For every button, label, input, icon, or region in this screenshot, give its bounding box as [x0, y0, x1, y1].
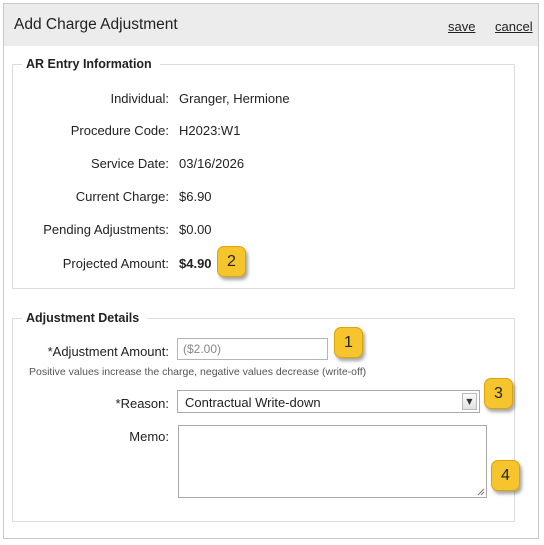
callout-badge-2: 2	[217, 246, 246, 277]
save-link[interactable]: save	[448, 19, 475, 34]
service-date-value: 03/16/2026	[179, 156, 245, 171]
memo-textarea[interactable]	[178, 425, 487, 498]
procedure-code-label: Procedure Code:	[70, 123, 169, 138]
projected-amount-label: Projected Amount:	[62, 256, 169, 271]
adjustment-amount-input[interactable]: ($2.00)	[177, 338, 328, 360]
individual-value: Granger, Hermione	[179, 91, 290, 106]
chevron-down-icon[interactable]: ▼	[462, 393, 477, 410]
dialog-titlebar: Add Charge Adjustment save cancel	[4, 4, 538, 46]
cancel-link[interactable]: cancel	[495, 19, 533, 34]
dialog-title: Add Charge Adjustment	[14, 16, 178, 33]
callout-badge-3: 3	[484, 378, 513, 409]
current-charge-label: Current Charge:	[75, 189, 169, 204]
resize-grip-icon[interactable]	[476, 487, 485, 496]
adjustment-details-legend: Adjustment Details	[26, 311, 140, 325]
reason-label: *Reason:	[115, 396, 169, 411]
memo-label: Memo:	[129, 429, 169, 444]
service-date-label: Service Date:	[90, 156, 169, 171]
adjustment-amount-hint: Positive values increase the charge, neg…	[29, 366, 367, 378]
callout-badge-1: 1	[334, 327, 363, 358]
projected-amount-value: $4.90	[179, 256, 212, 271]
pending-adjustments-value: $0.00	[179, 222, 212, 237]
callout-badge-4: 4	[491, 460, 520, 491]
reason-selected-value: Contractual Write-down	[185, 395, 321, 410]
reason-select[interactable]: Contractual Write-down ▼	[177, 390, 480, 413]
pending-adjustments-label: Pending Adjustments:	[43, 222, 169, 237]
ar-entry-legend: AR Entry Information	[26, 57, 152, 71]
procedure-code-value: H2023:W1	[179, 123, 241, 138]
adjustment-amount-label: *Adjustment Amount:	[47, 344, 169, 359]
current-charge-value: $6.90	[179, 189, 212, 204]
individual-label: Individual:	[110, 91, 169, 106]
